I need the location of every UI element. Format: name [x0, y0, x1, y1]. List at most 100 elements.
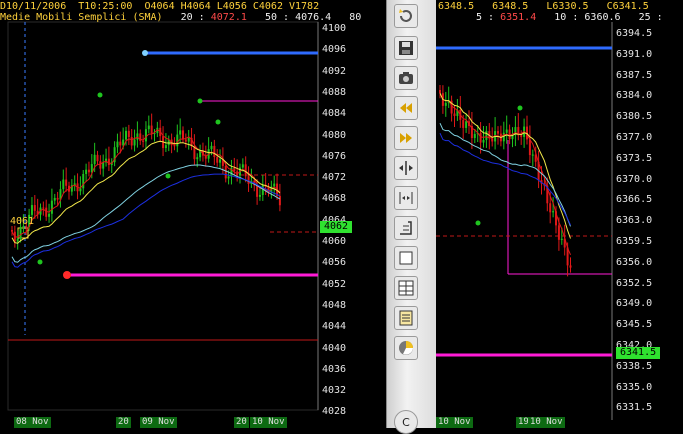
- candle-body: [142, 140, 145, 142]
- date-tick-label: 10 Nov: [528, 417, 565, 428]
- candle-body: [42, 207, 45, 209]
- price-tick-label: 4056: [322, 257, 347, 269]
- candle-body: [136, 133, 139, 140]
- price-tick-label: 4036: [322, 363, 347, 375]
- chart-toolbar: C: [386, 0, 438, 434]
- candle-body: [125, 130, 127, 140]
- left-chart-panel[interactable]: D10/11/2006 T10:25:00 O4064 H4064 L4056 …: [0, 0, 386, 428]
- candle-body: [127, 130, 130, 137]
- pie-icon: [399, 341, 413, 355]
- right-header-ohlc: 6348.5 6348.5 L6330.5 C6341.5: [438, 1, 649, 12]
- pie-button[interactable]: [394, 336, 418, 360]
- price-tick-label: 4040: [322, 342, 347, 354]
- fast-forward-button[interactable]: [394, 126, 418, 150]
- candle-body: [557, 225, 560, 240]
- candle-body: [485, 131, 488, 140]
- blank-chart-button[interactable]: [394, 246, 418, 270]
- candle-body: [56, 197, 59, 200]
- candle-body: [210, 145, 213, 150]
- save-button[interactable]: [394, 36, 418, 60]
- sma25-label: 25 :: [638, 12, 663, 23]
- grid-button[interactable]: [394, 276, 418, 300]
- candle-body: [11, 230, 13, 232]
- close-icon: C: [402, 415, 410, 429]
- left-header-sma: Medie Mobili Semplici (SMA) 20 : 4072.1 …: [0, 12, 361, 23]
- price-tick-label: 6391.0: [616, 48, 653, 60]
- left-marker-label: 4061: [10, 216, 35, 227]
- candle-body: [216, 157, 219, 163]
- price-tick-label: 4052: [322, 278, 347, 290]
- rewind-icon: [400, 103, 412, 113]
- price-tick-label: 6394.5: [616, 28, 653, 39]
- candle-body: [184, 139, 187, 142]
- close-button[interactable]: C: [394, 410, 418, 434]
- candle-body: [520, 135, 523, 137]
- candle-body: [82, 174, 85, 189]
- plot-frame: [7, 21, 319, 411]
- candle-body: [444, 102, 447, 106]
- table-button[interactable]: [394, 306, 418, 330]
- pivot-dot: [165, 173, 171, 179]
- floppy-icon: [399, 41, 413, 55]
- sma-indicator-name: Medie Mobili Semplici (SMA): [0, 12, 163, 23]
- pivot-dot: [517, 105, 523, 111]
- pivot-dot: [215, 119, 221, 125]
- candle-body: [182, 130, 184, 140]
- candle-body: [107, 158, 110, 165]
- refresh-button[interactable]: [394, 4, 418, 28]
- candle-body: [479, 133, 482, 143]
- candle-body: [552, 211, 555, 213]
- candle-body: [144, 129, 147, 142]
- fast-forward-icon: [400, 133, 412, 143]
- candle-body: [569, 265, 572, 268]
- price-tick-label: 4044: [322, 321, 347, 333]
- zoom-fit-button[interactable]: [394, 186, 418, 210]
- candle-body: [273, 183, 276, 187]
- snapshot-button[interactable]: [394, 66, 418, 90]
- indicator-button[interactable]: [394, 216, 418, 240]
- grid-icon: [398, 280, 414, 296]
- candle-body: [53, 197, 56, 201]
- sma10-value: 6360.6: [584, 12, 621, 23]
- candle-body: [16, 238, 19, 242]
- candle-body: [65, 179, 68, 186]
- candle-body: [258, 194, 261, 197]
- candle-body: [33, 205, 36, 211]
- candle-body: [30, 205, 33, 215]
- candle-body: [224, 165, 227, 179]
- refresh-icon: [399, 9, 412, 22]
- price-tick-label: 6384.0: [616, 90, 653, 102]
- support-anchor: [63, 271, 71, 279]
- right-chart-panel[interactable]: 6348.5 6348.5 L6330.5 C6341.5 5 : 6351.4…: [436, 0, 683, 428]
- candle-body: [219, 159, 222, 163]
- left-current-price-tag: 4062: [320, 221, 353, 233]
- rewind-button[interactable]: [394, 96, 418, 120]
- candle-body: [439, 90, 441, 94]
- date-tick-label: 20: [116, 417, 131, 428]
- candle-body: [116, 141, 119, 148]
- candle-body: [462, 119, 465, 128]
- price-tick-label: 6380.5: [616, 111, 653, 123]
- price-tick-label: 4092: [322, 65, 347, 77]
- price-tick-label: 4048: [322, 299, 347, 311]
- candle-body: [482, 139, 485, 143]
- candle-body: [176, 134, 179, 147]
- candle-body: [19, 226, 22, 239]
- split-view-button[interactable]: [394, 156, 418, 180]
- sma5-value: 6351.4: [500, 12, 537, 23]
- candle-body: [179, 130, 182, 135]
- sma80-label: 80: [349, 12, 362, 23]
- candle-body: [50, 200, 53, 214]
- price-tick-label: 6335.0: [616, 381, 653, 393]
- price-tick-label: 4032: [322, 385, 347, 397]
- pivot-dot: [197, 98, 203, 104]
- candle-body: [278, 195, 281, 206]
- candle-body: [62, 179, 65, 190]
- candle-body: [48, 213, 51, 217]
- candle-body: [508, 129, 511, 140]
- price-tick-label: 4068: [322, 193, 347, 205]
- price-tick-label: 6345.5: [616, 319, 653, 331]
- price-tick-label: 4028: [322, 406, 347, 418]
- pivot-dot: [475, 220, 481, 226]
- candle-body: [560, 238, 563, 240]
